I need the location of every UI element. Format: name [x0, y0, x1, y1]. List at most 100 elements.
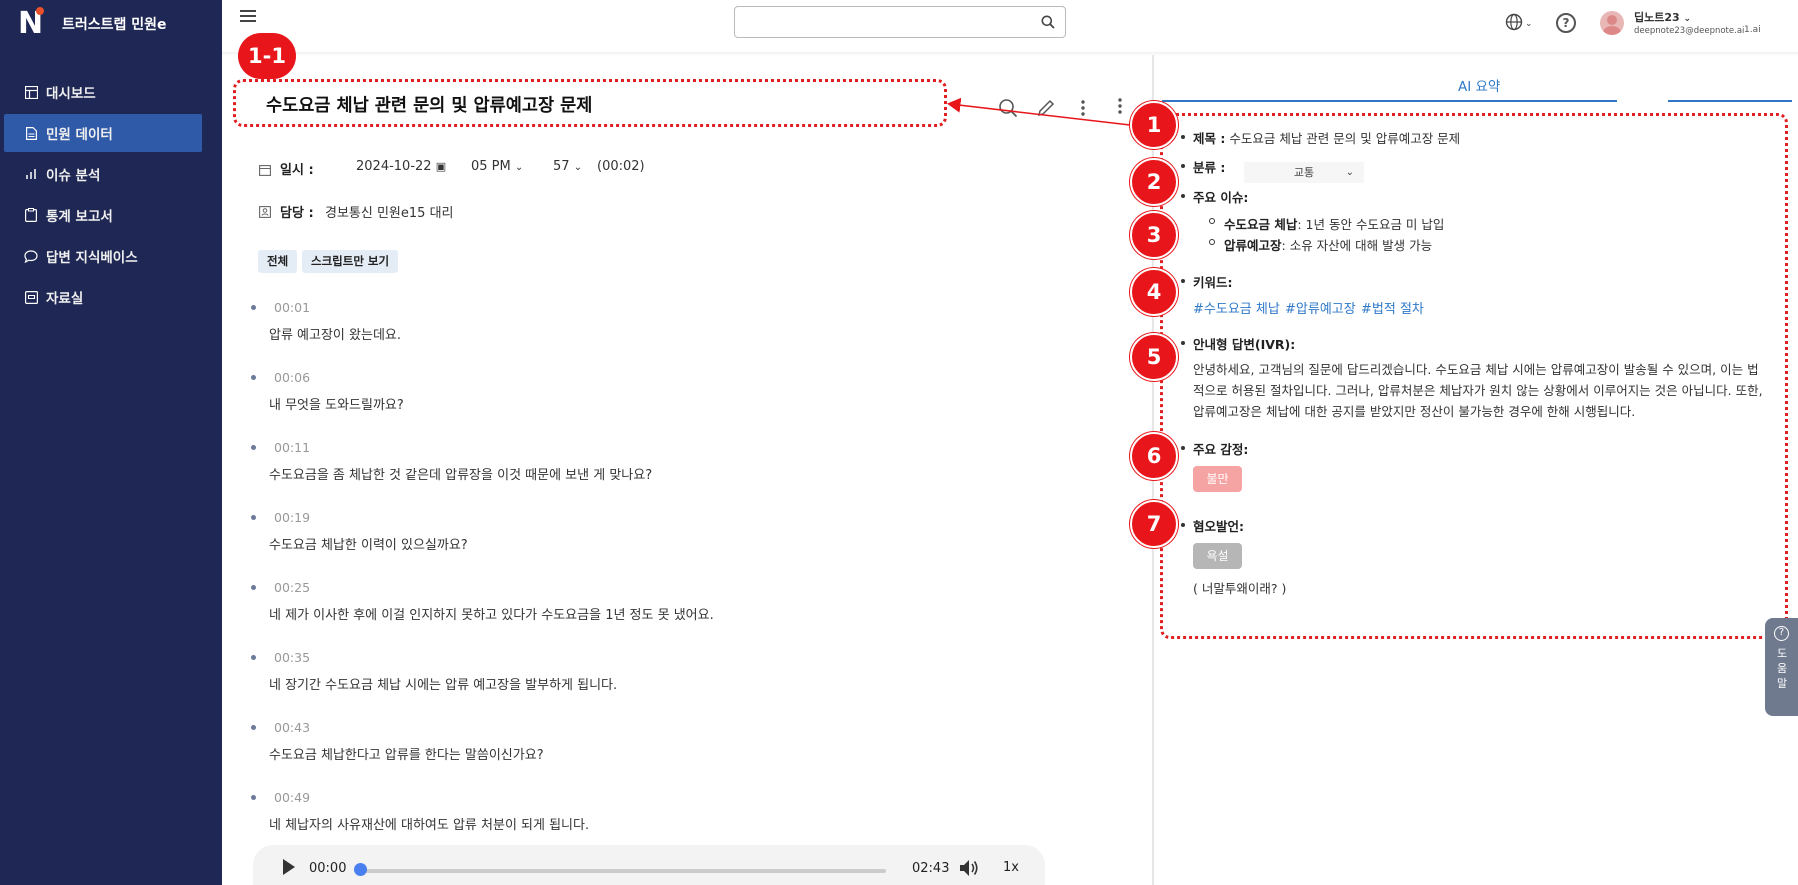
duration-text: (00:02)	[597, 159, 645, 174]
dashboard-icon	[24, 85, 38, 99]
sidebar-menu: 대시보드 민원 데이터 이슈 분석 통계 보고서 답변 지식베이스 자료실	[4, 73, 202, 319]
calendar-icon: ▣	[435, 160, 447, 173]
sidebar-item-stat-report[interactable]: 통계 보고서	[4, 196, 202, 234]
date-field[interactable]: 2024-10-22 ▣	[356, 159, 446, 174]
sidebar: N 트러스트랩 민원e 대시보드 민원 데이터 이슈 분석 통계 보고서 답변 …	[0, 0, 222, 885]
help-icon: ?	[1774, 626, 1789, 641]
hamburger-menu-icon[interactable]	[240, 10, 256, 24]
archive-icon	[24, 290, 38, 304]
hate-speech-label: 혐오발언:	[1193, 519, 1244, 534]
keyword-tag[interactable]: #법적 절차	[1361, 298, 1424, 317]
chevron-down-icon: ⌄	[1683, 14, 1692, 24]
callout-badge-6: 6	[1130, 432, 1178, 480]
clipboard-icon	[24, 208, 38, 222]
hour-select[interactable]: 05 PM ⌄	[471, 159, 523, 174]
playback-speed[interactable]: 1x	[1003, 860, 1019, 875]
help-tab-label: 도움말	[1776, 647, 1788, 690]
transcript-text: 네 장기간 수도요금 체납 시에는 압류 예고장을 발부하게 됩니다.	[269, 678, 618, 693]
transcript-text: 네 체납자의 사유재산에 대하여도 압류 처분이 되게 됩니다.	[269, 818, 590, 833]
sidebar-item-label: 통계 보고서	[46, 209, 113, 225]
edit-pencil-icon[interactable]	[1036, 98, 1056, 122]
page-title: 수도요금 체납 관련 문의 및 압류예고장 문제	[266, 96, 593, 116]
header-divider	[222, 52, 1798, 56]
search-input[interactable]	[743, 7, 1033, 37]
user-org: 1.ai	[1744, 25, 1761, 35]
person-badge-icon	[259, 203, 271, 222]
brand-row[interactable]: N 트러스트랩 민원e	[18, 6, 167, 41]
transcript-text: 압류 예고장이 왔는데요.	[269, 328, 401, 343]
tab-underline	[1668, 100, 1792, 102]
chevron-down-icon: ⌄	[573, 162, 583, 173]
callout-badge-3: 3	[1130, 211, 1178, 259]
logo-icon: N	[18, 6, 44, 41]
transcript-time[interactable]: 00:19	[274, 510, 310, 525]
help-side-tab[interactable]: ? 도움말	[1765, 618, 1798, 716]
chevron-down-icon: ⌄	[514, 162, 524, 173]
transcript-text: 네 제가 이사한 후에 이걸 인지하지 못하고 있다가 수도요금을 1년 정도 …	[269, 608, 714, 623]
transcript-text: 수도요금을 좀 체납한 것 같은데 압류장을 이것 때문에 보낸 게 맞나요?	[269, 468, 653, 483]
search-icon[interactable]	[998, 98, 1018, 122]
category-label: 분류 :	[1193, 160, 1226, 175]
language-selector[interactable]: ⌄	[1505, 13, 1533, 35]
minute-select[interactable]: 57 ⌄	[553, 159, 582, 174]
search-icon[interactable]	[1041, 14, 1055, 33]
sidebar-item-dashboard[interactable]: 대시보드	[4, 73, 202, 111]
more-vertical-icon[interactable]	[1080, 98, 1086, 122]
chevron-down-icon: ⌄	[1525, 19, 1533, 29]
more-vertical-icon[interactable]	[1117, 96, 1123, 120]
chevron-down-icon: ⌄	[1345, 167, 1354, 178]
bar-chart-icon	[24, 167, 38, 181]
transcript-time[interactable]: 00:35	[274, 650, 310, 665]
progress-handle[interactable]	[354, 863, 367, 876]
sidebar-item-issue-analysis[interactable]: 이슈 분석	[4, 155, 202, 193]
callout-badge-4: 4	[1130, 268, 1178, 316]
keywords-label: 키워드:	[1193, 275, 1233, 290]
calendar-icon	[259, 161, 271, 180]
sidebar-item-archive[interactable]: 자료실	[4, 278, 202, 316]
sidebar-item-label: 답변 지식베이스	[46, 250, 138, 266]
callout-badge-2: 2	[1130, 158, 1178, 206]
issue-item: 압류예고장: 소유 자산에 대해 발생 가능	[1224, 238, 1433, 253]
transcript-time[interactable]: 00:06	[274, 370, 310, 385]
tab-ai-summary[interactable]: AI 요약	[1458, 75, 1500, 95]
user-email: deepnote23@deepnote.ai	[1634, 26, 1745, 36]
keyword-tag[interactable]: #수도요금 체납	[1193, 298, 1280, 317]
transcript-time[interactable]: 00:11	[274, 440, 310, 455]
summary-title: 제목 : 수도요금 체납 관련 문의 및 압류예고장 문제	[1193, 131, 1461, 146]
document-icon	[24, 126, 38, 140]
sidebar-item-knowledge-base[interactable]: 답변 지식베이스	[4, 237, 202, 275]
callout-badge-1-1: 1-1	[238, 33, 296, 79]
filter-all-chip[interactable]: 전체	[258, 250, 298, 273]
category-select[interactable]: 교통 ⌄	[1244, 162, 1364, 183]
issue-item: 수도요금 체납: 1년 동안 수도요금 미 납입	[1224, 217, 1445, 232]
owner-value: 경보통신 민원e15 대리	[325, 206, 454, 221]
hate-speech-badge: 욕설	[1193, 543, 1242, 569]
transcript-time[interactable]: 00:01	[274, 300, 310, 315]
avatar[interactable]	[1600, 11, 1624, 35]
transcript-text: 수도요금 체납한 이력이 있으실까요?	[269, 538, 468, 553]
progress-track[interactable]	[356, 869, 886, 873]
ivr-label: 안내형 답변(IVR):	[1193, 337, 1296, 352]
keyword-tag[interactable]: #압류예고장	[1285, 298, 1356, 317]
transcript-time[interactable]: 00:25	[274, 580, 310, 595]
help-icon[interactable]: ?	[1556, 13, 1576, 33]
tab-underline	[1162, 100, 1617, 102]
transcript-time[interactable]: 00:43	[274, 720, 310, 735]
globe-icon	[1505, 13, 1523, 35]
callout-badge-1: 1	[1130, 101, 1178, 149]
sidebar-item-complaint-data[interactable]: 민원 데이터	[4, 114, 202, 152]
emotion-badge: 불만	[1193, 466, 1242, 492]
user-name[interactable]: 딥노트23 ⌄	[1634, 9, 1691, 25]
chat-icon	[24, 249, 38, 263]
sidebar-item-label: 자료실	[46, 291, 84, 307]
total-time: 02:43	[912, 861, 950, 876]
volume-icon[interactable]	[959, 859, 979, 881]
callout-badge-7: 7	[1130, 500, 1178, 548]
ivr-answer-text: 안녕하세요, 고객님의 질문에 답드리겠습니다. 수도요금 체납 시에는 압류예…	[1193, 362, 1763, 419]
search-box	[734, 6, 1066, 38]
transcript-time[interactable]: 00:49	[274, 790, 310, 805]
play-icon[interactable]	[283, 859, 295, 875]
sidebar-item-label: 민원 데이터	[46, 127, 113, 143]
filter-script-only-chip[interactable]: 스크립트만 보기	[302, 250, 399, 273]
brand-name: 트러스트랩 민원e	[62, 17, 167, 33]
